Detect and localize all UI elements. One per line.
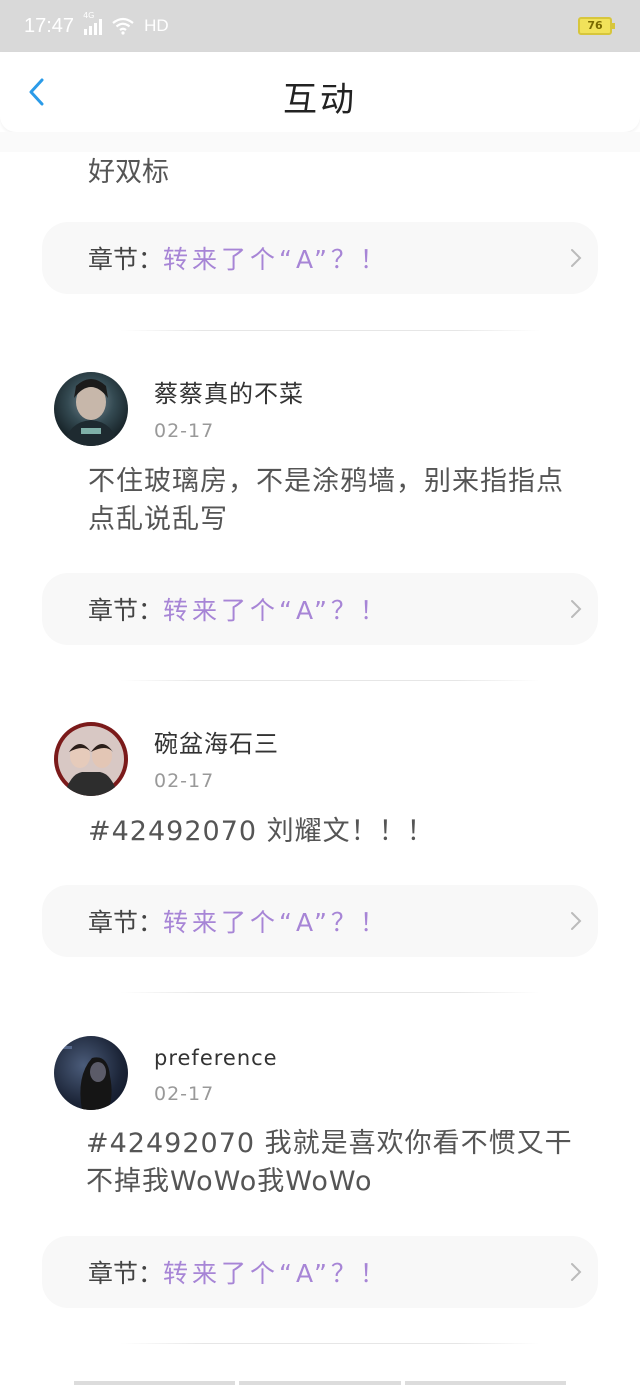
scroll-indicator bbox=[74, 1381, 566, 1385]
chapter-title: 转来了个“A”？！ bbox=[163, 596, 389, 625]
chapter-prefix: 章节： bbox=[88, 596, 164, 625]
comment-date: 02-17 bbox=[154, 1083, 215, 1105]
chevron-right-icon bbox=[571, 1263, 582, 1281]
chapter-prefix: 章节： bbox=[88, 1259, 164, 1288]
avatar[interactable] bbox=[54, 722, 128, 796]
hd-label: HD bbox=[144, 16, 169, 35]
wifi-icon bbox=[112, 17, 134, 35]
divider bbox=[120, 680, 540, 681]
battery-icon: 76 bbox=[578, 17, 615, 35]
chevron-right-icon bbox=[571, 600, 582, 618]
chapter-link[interactable]: 章节： 转来了个“A”？！ bbox=[42, 222, 598, 294]
chapter-title: 转来了个“A”？！ bbox=[163, 908, 389, 937]
chapter-title: 转来了个“A”？！ bbox=[163, 245, 389, 274]
username[interactable]: 蔡蔡真的不菜 bbox=[154, 374, 304, 409]
comment-date: 02-17 bbox=[154, 420, 215, 442]
chapter-title: 转来了个“A”？！ bbox=[163, 1259, 389, 1288]
divider bbox=[120, 330, 540, 331]
chapter-link[interactable]: 章节： 转来了个“A”？！ bbox=[42, 573, 598, 645]
nav-header: 互动 bbox=[0, 52, 640, 132]
status-bar: 17:47 4G HD 76 bbox=[0, 0, 640, 52]
chapter-prefix: 章节： bbox=[88, 245, 164, 274]
chapter-link[interactable]: 章节： 转来了个“A”？！ bbox=[42, 1236, 598, 1308]
chapter-link[interactable]: 章节： 转来了个“A”？！ bbox=[42, 885, 598, 957]
avatar[interactable] bbox=[54, 1036, 128, 1110]
username[interactable]: preference bbox=[154, 1046, 278, 1070]
comment-content: 不住玻璃房，不是涂鸦墙，别来指指点点乱说乱写 bbox=[88, 466, 564, 535]
chevron-right-icon bbox=[571, 249, 582, 267]
divider bbox=[120, 1343, 540, 1344]
avatar[interactable] bbox=[54, 372, 128, 446]
comment-content: #42492070 我就是喜欢你看不惯又干不掉我WoWo我WoWo bbox=[86, 1128, 573, 1197]
network-label: 4G bbox=[83, 11, 95, 20]
comment-content: #42492070 刘耀文！！！ bbox=[88, 816, 435, 847]
comment-date: 02-17 bbox=[154, 770, 215, 792]
comment-content: 好双标 bbox=[88, 157, 169, 188]
chevron-right-icon bbox=[571, 912, 582, 930]
status-time: 17:47 bbox=[24, 14, 75, 37]
divider bbox=[120, 992, 540, 993]
username[interactable]: 碗盆海石三 bbox=[154, 724, 279, 759]
signal-icon: 4G bbox=[83, 11, 103, 35]
page-title: 互动 bbox=[283, 80, 357, 120]
chapter-prefix: 章节： bbox=[88, 908, 164, 937]
